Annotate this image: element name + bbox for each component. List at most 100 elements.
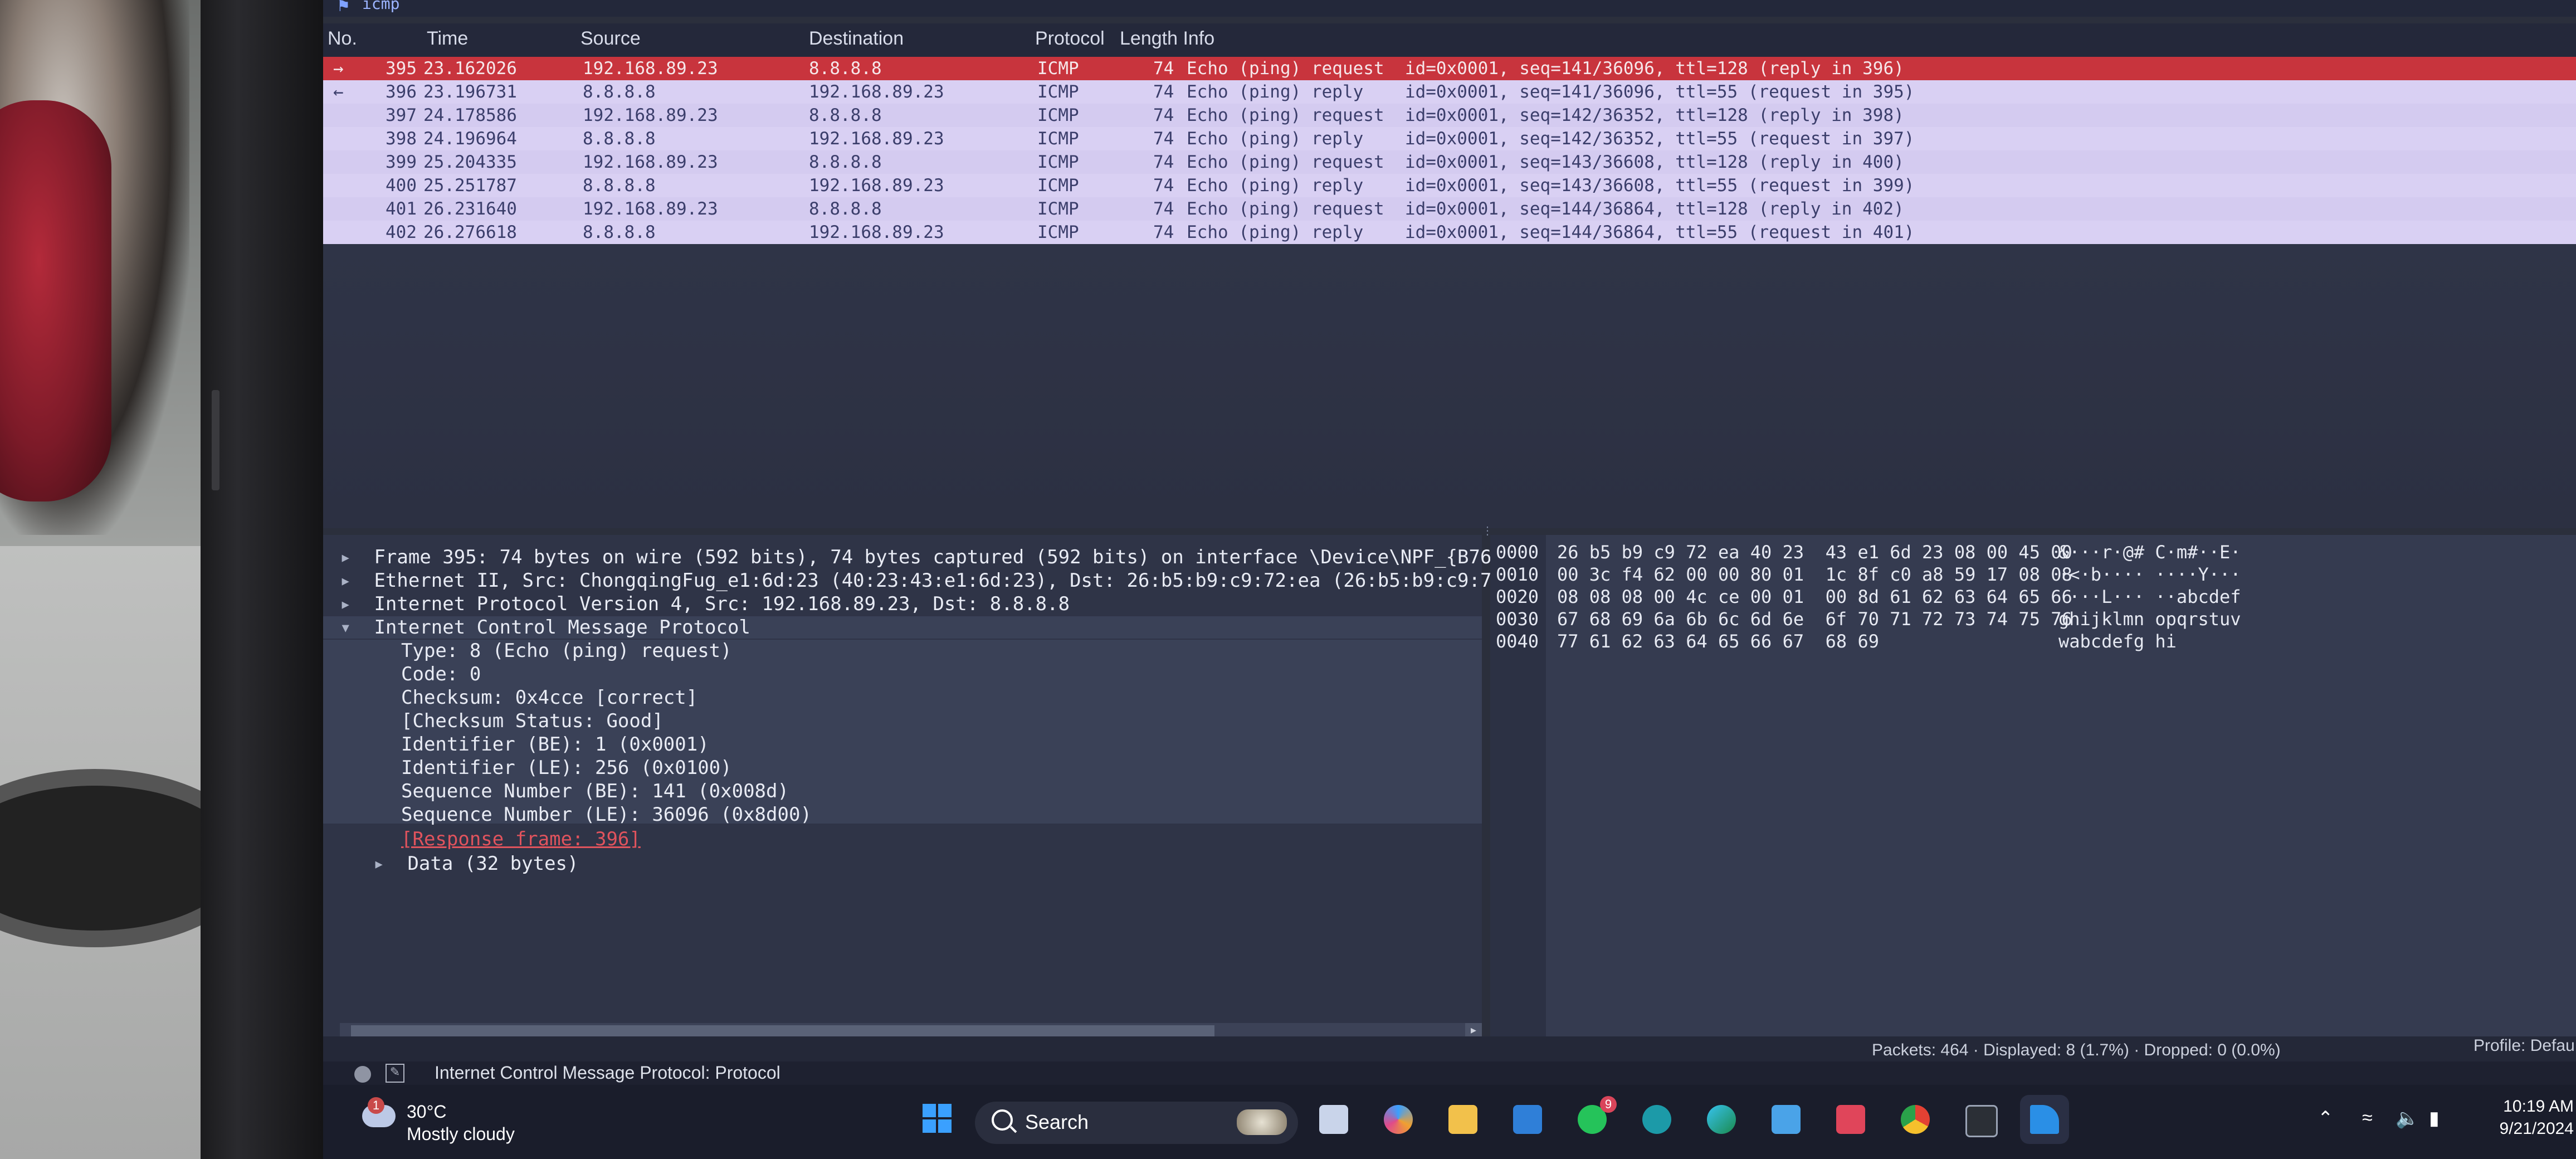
tree-item-data-label: Data (32 bytes): [407, 853, 579, 875]
packet-no: 400: [386, 176, 417, 196]
tree-item-icmp[interactable]: ▾ Internet Control Message Protocol: [323, 616, 1482, 639]
packet-protocol: ICMP: [1037, 82, 1079, 102]
packet-row[interactable]: 399 25.204335 192.168.89.23 8.8.8.8 ICMP…: [323, 150, 2576, 174]
packet-no: 401: [386, 199, 417, 219]
collapse-arrow-icon[interactable]: ▾: [340, 616, 351, 639]
show-hidden-icons-icon[interactable]: ⌃: [2318, 1107, 2334, 1129]
tree-item-ethernet[interactable]: ▸ Ethernet II, Src: ChongqingFug_e1:6d:2…: [340, 569, 1549, 592]
packet-time: 24.196964: [423, 129, 517, 149]
packet-info: Echo (ping) reply id=0x0001, seq=143/366…: [1187, 176, 1915, 196]
copilot-icon[interactable]: [1374, 1095, 1423, 1144]
packet-row[interactable]: 401 26.231640 192.168.89.23 8.8.8.8 ICMP…: [323, 197, 2576, 221]
field-checksum[interactable]: Checksum: 0x4cce [correct]: [401, 686, 697, 709]
expand-arrow-icon[interactable]: ▸: [373, 853, 384, 875]
byte-hex[interactable]: 26 b5 b9 c9 72 ea 40 23 43 e1 6d 23 08 0…: [1557, 542, 2072, 563]
field-info-bar: ✎ Internet Control Message Protocol: Pro…: [323, 1061, 2576, 1085]
notepad-icon[interactable]: [1762, 1095, 1811, 1144]
tree-item-frame-label: Frame 395: 74 bytes on wire (592 bits), …: [374, 546, 1560, 568]
packet-length: 74: [1153, 222, 1174, 242]
packet-destination: 192.168.89.23: [809, 82, 944, 102]
taskbar-search[interactable]: Search: [975, 1102, 1298, 1144]
column-header-protocol[interactable]: Protocol: [1035, 28, 1105, 50]
file-explorer-icon[interactable]: [1438, 1095, 1487, 1144]
byte-ascii[interactable]: &···r·@# C·m#··E·: [2058, 542, 2241, 563]
byte-hex[interactable]: 00 3c f4 62 00 00 80 01 1c 8f c0 a8 59 1…: [1557, 564, 2072, 585]
response-frame-link[interactable]: [Response frame: 396]: [401, 828, 641, 850]
start-button[interactable]: [914, 1095, 963, 1144]
laptop-bezel: [201, 0, 323, 1159]
speaker-muted-icon[interactable]: 🔈: [2396, 1107, 2419, 1129]
capture-stats[interactable]: Packets: 464 · Displayed: 8 (1.7%) · Dro…: [1872, 1041, 2281, 1060]
scrollbar-thumb[interactable]: [351, 1025, 1214, 1038]
git-tool-icon[interactable]: [1826, 1095, 1875, 1144]
status-bar: Packets: 464 · Displayed: 8 (1.7%) · Dro…: [323, 1036, 2576, 1064]
tree-item-data[interactable]: ▸ Data (32 bytes): [373, 853, 578, 875]
packet-info: Echo (ping) request id=0x0001, seq=143/3…: [1187, 152, 1904, 172]
wireshark-icon[interactable]: [2020, 1095, 2069, 1144]
expand-arrow-icon[interactable]: ▸: [340, 546, 351, 568]
packet-row[interactable]: 397 24.178586 192.168.89.23 8.8.8.8 ICMP…: [323, 104, 2576, 127]
arduino-icon[interactable]: [1632, 1095, 1681, 1144]
packet-protocol: ICMP: [1037, 176, 1079, 196]
pane-splitter-handle[interactable]: ⋮: [1482, 524, 1499, 537]
windows-taskbar: 1 30°C Mostly cloudy Search 9 ⌃ ≈ 🔈 ▮ 10…: [323, 1085, 2576, 1159]
display-filter-input[interactable]: icmp: [362, 0, 399, 13]
packet-row[interactable]: 402 26.276618 8.8.8.8 192.168.89.23 ICMP…: [323, 221, 2576, 244]
field-identifier-be[interactable]: Identifier (BE): 1 (0x0001): [401, 733, 709, 756]
battery-icon[interactable]: ▮: [2429, 1107, 2440, 1129]
byte-ascii[interactable]: wabcdefg hi: [2058, 631, 2177, 652]
byte-ascii[interactable]: ·<·b···· ····Y···: [2058, 564, 2241, 585]
whatsapp-icon[interactable]: 9: [1568, 1095, 1617, 1144]
packet-row[interactable]: ← 396 23.196731 8.8.8.8 192.168.89.23 IC…: [323, 80, 2576, 104]
chrome-icon[interactable]: [1891, 1095, 1940, 1144]
column-header-destination[interactable]: Destination: [809, 28, 904, 50]
byte-hex[interactable]: 67 68 69 6a 6b 6c 6d 6e 6f 70 71 72 73 7…: [1557, 608, 2072, 630]
search-label: Search: [1025, 1111, 1089, 1133]
packet-row[interactable]: 400 25.251787 8.8.8.8 192.168.89.23 ICMP…: [323, 174, 2576, 197]
column-header-no[interactable]: No.: [328, 28, 357, 50]
packet-row[interactable]: 398 24.196964 8.8.8.8 192.168.89.23 ICMP…: [323, 127, 2576, 150]
task-view-icon[interactable]: [1309, 1095, 1358, 1144]
column-header-time[interactable]: Time: [427, 28, 468, 50]
field-sequence-be[interactable]: Sequence Number (BE): 141 (0x008d): [401, 780, 789, 802]
weather-alert-badge: 1: [368, 1097, 384, 1114]
byte-ascii[interactable]: ····L··· ··abcdef: [2058, 586, 2241, 607]
edge-icon[interactable]: [1697, 1095, 1746, 1144]
field-type[interactable]: Type: 8 (Echo (ping) request): [401, 640, 732, 662]
wifi-icon[interactable]: ≈: [2362, 1107, 2373, 1129]
display-filter-bar[interactable]: ⚑ icmp: [323, 0, 2576, 17]
packet-destination: 192.168.89.23: [809, 222, 944, 242]
field-sequence-le[interactable]: Sequence Number (LE): 36096 (0x8d00): [401, 803, 812, 826]
expert-info-icon[interactable]: [354, 1066, 371, 1083]
reply-arrow-icon: ←: [333, 82, 344, 102]
byte-hex[interactable]: 08 08 08 00 4c ce 00 01 00 8d 61 62 63 6…: [1557, 586, 2072, 607]
tree-item-frame[interactable]: ▸ Frame 395: 74 bytes on wire (592 bits)…: [340, 546, 1560, 568]
byte-ascii[interactable]: ghijklmn opqrstuv: [2058, 608, 2241, 630]
packet-details-pane[interactable]: ▸ Frame 395: 74 bytes on wire (592 bits)…: [323, 535, 1560, 1053]
packet-list[interactable]: → 395 23.162026 192.168.89.23 8.8.8.8 IC…: [323, 57, 2576, 244]
packet-list-empty-area[interactable]: [323, 244, 2576, 528]
capture-comment-icon[interactable]: ✎: [386, 1064, 404, 1083]
profile-label[interactable]: Profile: Defau: [2473, 1036, 2575, 1055]
packet-row-selected[interactable]: → 395 23.162026 192.168.89.23 8.8.8.8 IC…: [323, 57, 2576, 80]
expand-arrow-icon[interactable]: ▸: [340, 593, 351, 615]
search-highlight-icon: [1237, 1109, 1287, 1135]
terminal-icon[interactable]: [1955, 1095, 2004, 1144]
field-code[interactable]: Code: 0: [401, 663, 481, 685]
packet-time: 26.231640: [423, 199, 517, 219]
tree-item-ip[interactable]: ▸ Internet Protocol Version 4, Src: 192.…: [340, 593, 1070, 615]
column-header-source[interactable]: Source: [580, 28, 641, 50]
desk-cable-grommet: [0, 769, 212, 947]
tree-item-ip-label: Internet Protocol Version 4, Src: 192.16…: [374, 593, 1070, 615]
field-checksum-status[interactable]: [Checksum Status: Good]: [401, 710, 663, 732]
bookmark-icon[interactable]: ⚑: [336, 0, 350, 15]
column-header-length-info[interactable]: Length Info: [1120, 28, 1214, 50]
field-identifier-le[interactable]: Identifier (LE): 256 (0x0100): [401, 757, 732, 779]
whatsapp-badge: 9: [1600, 1096, 1617, 1113]
clock-date[interactable]: 9/21/2024: [2479, 1119, 2574, 1138]
mail-icon[interactable]: [1503, 1095, 1552, 1144]
packet-bytes-pane[interactable]: 0000 26 b5 b9 c9 72 ea 40 23 43 e1 6d 23…: [1490, 535, 2576, 1036]
clock-time[interactable]: 10:19 AM: [2490, 1097, 2574, 1116]
byte-hex[interactable]: 77 61 62 63 64 65 66 67 68 69: [1557, 631, 1879, 652]
expand-arrow-icon[interactable]: ▸: [340, 569, 351, 592]
